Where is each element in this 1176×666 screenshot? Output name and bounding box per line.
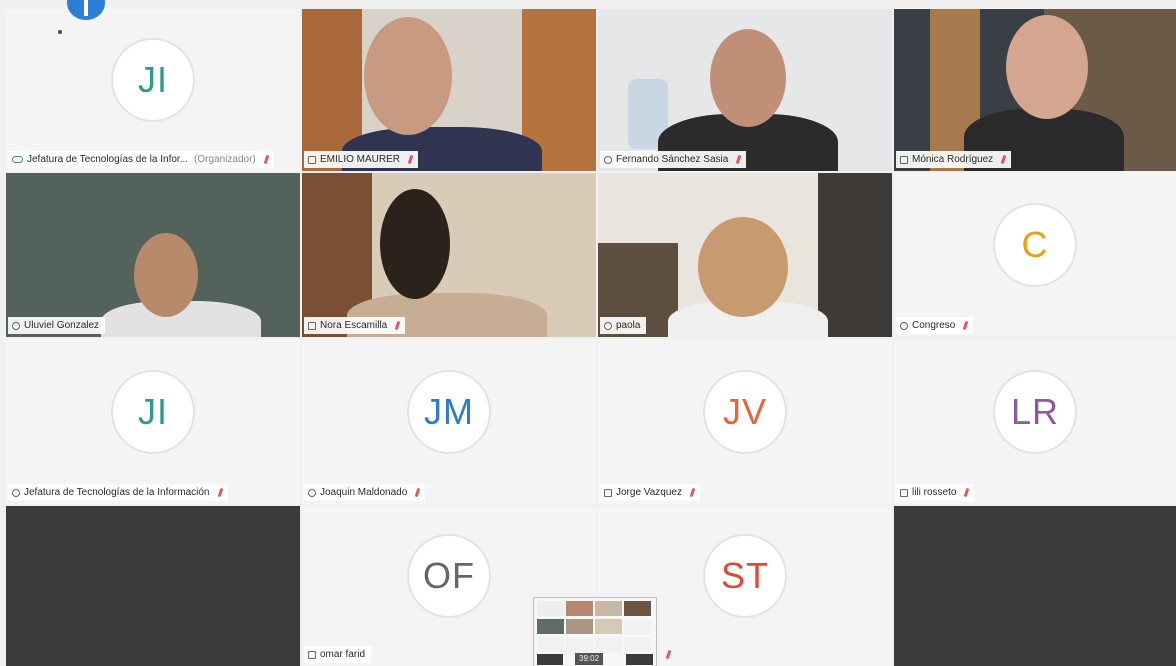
participant-name-tag: Joaquin Maldonado — [304, 484, 426, 501]
mini-tile — [595, 619, 622, 634]
avatar-initials: JV — [703, 369, 787, 454]
participant-video-tile[interactable]: EMILIO MAURER — [302, 9, 596, 171]
meeting-timer: 39:02 — [575, 653, 604, 665]
participant-name: omar farid — [320, 649, 366, 660]
participant-name-tag: Nora Escamilla — [304, 317, 406, 334]
participant-name-tag: lili rosseto — [896, 484, 975, 501]
participant-name: Fernando Sánchez Sasia — [616, 154, 729, 165]
circle-icon — [604, 321, 612, 330]
participant-name-tag: omar farid — [304, 646, 372, 663]
square-icon — [308, 155, 316, 164]
participant-name-tag: Fernando Sánchez Sasia — [600, 151, 747, 168]
participant-tile[interactable]: LR lili rosseto — [894, 339, 1176, 504]
participant-video-tile[interactable]: Uluviel Gonzalez — [6, 173, 300, 337]
square-icon — [900, 488, 908, 497]
circle-icon — [604, 155, 612, 164]
participant-name: Uluviel Gonzalez — [24, 320, 100, 331]
participant-tile[interactable]: C Congreso — [894, 173, 1176, 337]
mini-tile — [624, 637, 651, 652]
circle-icon — [12, 488, 20, 497]
participant-tile[interactable]: JM Joaquin Maldonado — [302, 339, 596, 504]
avatar-initials: JM — [407, 369, 491, 454]
video-person — [710, 29, 786, 127]
mic-muted-icon — [964, 487, 970, 498]
mini-tile — [537, 619, 564, 634]
mini-tile — [624, 619, 651, 634]
square-icon — [308, 321, 316, 330]
participant-name: Jorge Vazquez — [616, 487, 682, 498]
participant-tile[interactable]: JI Jefatura de Tecnologías de la Informa… — [6, 339, 300, 504]
square-icon — [604, 488, 612, 497]
avatar-initials: JI — [111, 37, 195, 122]
empty-tile — [894, 506, 1176, 666]
meeting-gallery-view: JI Jefatura de Tecnologías de la Infor..… — [0, 0, 1176, 666]
avatar-initials: OF — [407, 533, 491, 618]
participant-name-tag: Jefatura de Tecnologías de la Infor... (… — [8, 151, 274, 168]
participant-name-tag: Jorge Vazquez — [600, 484, 700, 501]
participant-name: Congreso — [912, 320, 956, 331]
video-background — [818, 173, 892, 337]
mini-tile — [626, 654, 653, 665]
video-person — [380, 189, 450, 299]
video-person — [698, 217, 788, 317]
participant-name-tag: Mónica Rodríguez — [896, 151, 1012, 168]
avatar-initials: JI — [111, 369, 195, 454]
mic-muted-icon — [217, 487, 223, 498]
mini-preview-window[interactable]: 39:02 — [533, 597, 657, 666]
mic-muted-icon — [407, 154, 414, 165]
mic-muted-icon — [735, 154, 742, 165]
mini-tile — [566, 619, 593, 634]
square-icon — [308, 650, 316, 659]
status-dot — [58, 30, 62, 34]
participant-name: paola — [616, 320, 641, 331]
participant-video-tile[interactable]: paola — [598, 173, 892, 337]
mic-muted-icon — [1000, 154, 1007, 165]
mic-muted-icon — [263, 154, 270, 165]
mic-muted-icon — [414, 487, 421, 498]
avatar-initials: ST — [703, 533, 787, 618]
participant-name-tag: Jefatura de Tecnologías de la Informació… — [8, 484, 228, 501]
video-person — [134, 233, 198, 317]
participant-video-tile[interactable]: Fernando Sánchez Sasia — [598, 9, 892, 171]
mini-tile — [537, 601, 564, 616]
mic-muted-icon — [665, 649, 672, 660]
avatar-initials: LR — [993, 369, 1077, 454]
empty-tile — [6, 506, 300, 666]
participant-name: Jefatura de Tecnologías de la Infor... — [27, 154, 189, 165]
participant-video-tile[interactable]: Mónica Rodríguez — [894, 9, 1176, 171]
participant-video-tile[interactable]: Nora Escamilla — [302, 173, 596, 337]
participant-name-tag: paola — [600, 317, 647, 334]
participant-name-tag: Uluviel Gonzalez — [8, 317, 106, 334]
mic-muted-icon — [394, 320, 401, 331]
participant-name-tag: EMILIO MAURER — [304, 151, 419, 168]
participant-name-tag — [658, 646, 676, 663]
participant-name: Mónica Rodríguez — [912, 154, 994, 165]
cloud-icon — [12, 156, 23, 163]
mic-muted-icon — [963, 320, 969, 331]
participant-name: EMILIO MAURER — [320, 154, 401, 165]
participant-name-tag: Congreso — [896, 317, 974, 334]
mini-tile — [624, 601, 651, 616]
participant-role: (Organizador) — [194, 154, 256, 165]
mini-tile — [537, 637, 564, 652]
participant-name: lili rosseto — [912, 487, 957, 498]
participant-name: Nora Escamilla — [320, 320, 388, 331]
square-icon — [900, 155, 908, 164]
mini-tile — [595, 637, 622, 652]
video-person — [1006, 15, 1088, 119]
video-person — [364, 17, 452, 135]
mini-tile — [566, 601, 593, 616]
participant-name: Jefatura de Tecnologías de la Informació… — [24, 487, 210, 498]
mini-tile — [566, 637, 593, 652]
participant-tile[interactable]: JV Jorge Vazquez — [598, 339, 892, 504]
participant-name: Joaquin Maldonado — [320, 487, 408, 498]
circle-icon — [308, 488, 316, 497]
mini-tile — [537, 654, 563, 665]
mic-muted-icon — [689, 487, 696, 498]
mini-tile — [595, 601, 622, 616]
circle-icon — [900, 321, 908, 330]
avatar-initials: C — [993, 202, 1077, 287]
circle-icon — [12, 321, 20, 330]
participant-tile[interactable]: JI Jefatura de Tecnologías de la Infor..… — [6, 9, 300, 171]
